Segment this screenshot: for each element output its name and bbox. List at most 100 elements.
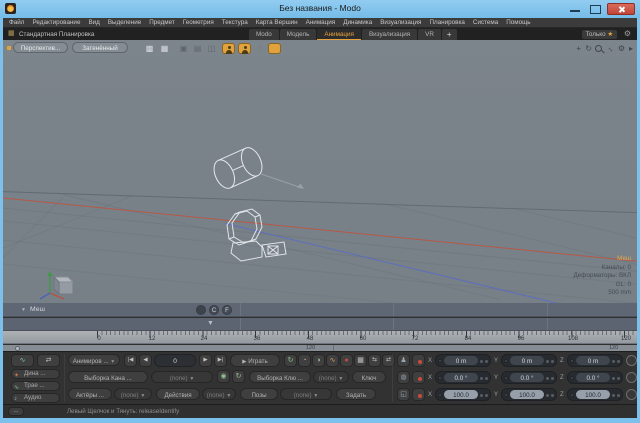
actors-dropdown[interactable]: (none) ▼	[114, 388, 152, 400]
position-key-icon[interactable]	[412, 354, 425, 367]
spinner[interactable]	[612, 358, 620, 365]
spinner[interactable]	[546, 358, 554, 365]
current-frame-field[interactable]: 0	[154, 354, 196, 367]
titlebar[interactable]: Без названия - Modo	[0, 0, 640, 18]
menu-help[interactable]: Помощь	[506, 19, 530, 26]
position-options-button[interactable]	[626, 355, 637, 366]
loop-in-button[interactable]: ⇆	[368, 354, 381, 367]
fit-icon[interactable]: ↔	[605, 43, 618, 56]
position-y-field[interactable]: 0 m	[501, 354, 557, 367]
track-dot-button[interactable]	[196, 305, 206, 315]
menu-texture[interactable]: Текстура	[222, 19, 248, 26]
graph-editor-button[interactable]: ∿	[11, 354, 34, 367]
scale-y-value[interactable]: 100.0	[510, 390, 544, 399]
spinner[interactable]	[612, 392, 620, 399]
item-mode-icon[interactable]	[222, 43, 235, 54]
channel-toggle[interactable]	[504, 393, 508, 397]
expand-triangle-icon[interactable]: ▼	[21, 307, 26, 313]
dial-button-2[interactable]: ◑	[312, 354, 325, 367]
rotation-x-field[interactable]: 0.0 °	[435, 371, 491, 384]
go-end-button[interactable]: ▶|	[214, 354, 227, 367]
timeline-track-row[interactable]: ▼ Меш C F	[3, 303, 637, 317]
scale-y-field[interactable]: 100.0	[501, 388, 557, 401]
add-tab-button[interactable]: +	[442, 29, 457, 40]
more-button[interactable]: ...	[8, 407, 24, 416]
menu-animate[interactable]: Анимация	[306, 19, 336, 26]
timeline-filter-row[interactable]: ▼	[3, 318, 637, 331]
tab-model[interactable]: Модель	[280, 29, 317, 40]
position-z-value[interactable]: 0 m	[576, 356, 610, 365]
filter-funnel-icon[interactable]: ▼	[207, 320, 214, 327]
channel-toggle[interactable]	[438, 376, 442, 380]
rotation-options-button[interactable]	[626, 372, 637, 383]
sidebar-audio-button[interactable]: ♪ Аудио	[11, 393, 60, 403]
rotation-y-field[interactable]: 0.0 °	[501, 371, 557, 384]
channel-toggle[interactable]	[504, 359, 508, 363]
tab-modo[interactable]: Modo	[249, 29, 279, 40]
scale-z-field[interactable]: 100.0	[567, 388, 623, 401]
actions-dropdown[interactable]: (none) ▼	[202, 388, 236, 400]
spinner[interactable]	[480, 375, 488, 382]
layout-preset-label[interactable]: Стандартная Планировка	[19, 31, 94, 38]
menu-layout[interactable]: Планировка	[429, 19, 464, 26]
grid-toggle-button[interactable]: ▦	[354, 354, 367, 367]
dial-button-1[interactable]: ◔	[298, 354, 311, 367]
viewport-3d[interactable]: Меш Каналы: 0 Деформаторы: ВКЛ GL: 0 500…	[3, 57, 637, 303]
menu-dynamics[interactable]: Динамика	[343, 19, 372, 26]
menu-render[interactable]: Визуализация	[380, 19, 421, 26]
channel-set-button[interactable]: Выборка Кана ...	[68, 371, 148, 383]
scale-x-field[interactable]: 100.0	[435, 388, 491, 401]
viewport-options-icon[interactable]: ⚙	[618, 44, 625, 54]
key-button[interactable]: Ключ	[352, 371, 386, 383]
spinner[interactable]	[480, 392, 488, 399]
key-set-button[interactable]: Выборка Клю ...	[249, 371, 311, 383]
cylinder-wireframe[interactable]	[203, 140, 318, 200]
rotation-icon[interactable]: ◍	[397, 371, 410, 384]
go-start-button[interactable]: |◀	[124, 354, 137, 367]
poses-dropdown[interactable]: (none) ▼	[280, 388, 332, 400]
scale-x-value[interactable]: 100.0	[444, 390, 478, 399]
tab-vr[interactable]: VR	[418, 29, 441, 40]
minimize-button[interactable]	[566, 3, 584, 15]
timeline-ruler[interactable]: 0 12 24 36 48 60 72 84 96 108 120	[3, 331, 637, 344]
scale-options-button[interactable]	[626, 389, 637, 400]
wire-overlay-icon[interactable]: ▣	[177, 43, 190, 54]
shade-option-icon[interactable]: ▤	[191, 43, 204, 54]
key-set-dropdown[interactable]: (none) ▼	[313, 371, 349, 383]
scale-z-value[interactable]: 100.0	[576, 390, 610, 399]
spinner[interactable]	[546, 392, 554, 399]
orbit-icon[interactable]: ↻	[585, 44, 592, 54]
component-mode-icon[interactable]	[238, 43, 251, 54]
falloff-icon[interactable]: ◌	[254, 43, 267, 54]
channel-toggle[interactable]	[570, 359, 574, 363]
channel-set-dropdown[interactable]: (none) ▼	[151, 371, 213, 383]
pan-icon[interactable]: +	[576, 44, 581, 54]
channel-toggle[interactable]	[438, 359, 442, 363]
next-frame-button[interactable]: ▶	[199, 354, 212, 367]
grid-snap-icon[interactable]: ▩	[143, 43, 156, 54]
animate-mode-dropdown[interactable]: Анимиров ... ▼	[68, 354, 120, 366]
maximize-button[interactable]	[586, 3, 604, 15]
only-starred-button[interactable]: Только ★	[582, 30, 617, 39]
channel-toggle[interactable]	[438, 393, 442, 397]
ghost-mode-icon[interactable]: ◫	[205, 43, 218, 54]
rotation-key-icon[interactable]	[412, 371, 425, 384]
channel-toggle[interactable]	[570, 393, 574, 397]
close-button[interactable]	[607, 3, 635, 15]
track-c-button[interactable]: C	[209, 305, 219, 315]
actions-button[interactable]: Действия	[156, 388, 200, 400]
menu-edit[interactable]: Редактирование	[32, 19, 80, 26]
quad-view-icon[interactable]: ▦	[158, 43, 171, 54]
actors-button[interactable]: Актёры ...	[68, 388, 112, 400]
menu-item[interactable]: Предмет	[149, 19, 175, 26]
scale-key-icon[interactable]	[412, 388, 425, 401]
position-y-value[interactable]: 0 m	[510, 356, 544, 365]
channel-sync-button[interactable]: ↻	[232, 370, 245, 383]
view-type-dropdown[interactable]: Перспектив...	[13, 42, 68, 53]
rotation-z-field[interactable]: 0.0 °	[567, 371, 623, 384]
cycle-button[interactable]: ↻	[284, 354, 297, 367]
layout-preset-icon[interactable]: ▦	[8, 31, 15, 37]
more-arrow-icon[interactable]: ▸	[629, 44, 633, 54]
set-pose-button[interactable]: Задать	[336, 388, 376, 400]
menu-file[interactable]: Файл	[9, 19, 24, 26]
